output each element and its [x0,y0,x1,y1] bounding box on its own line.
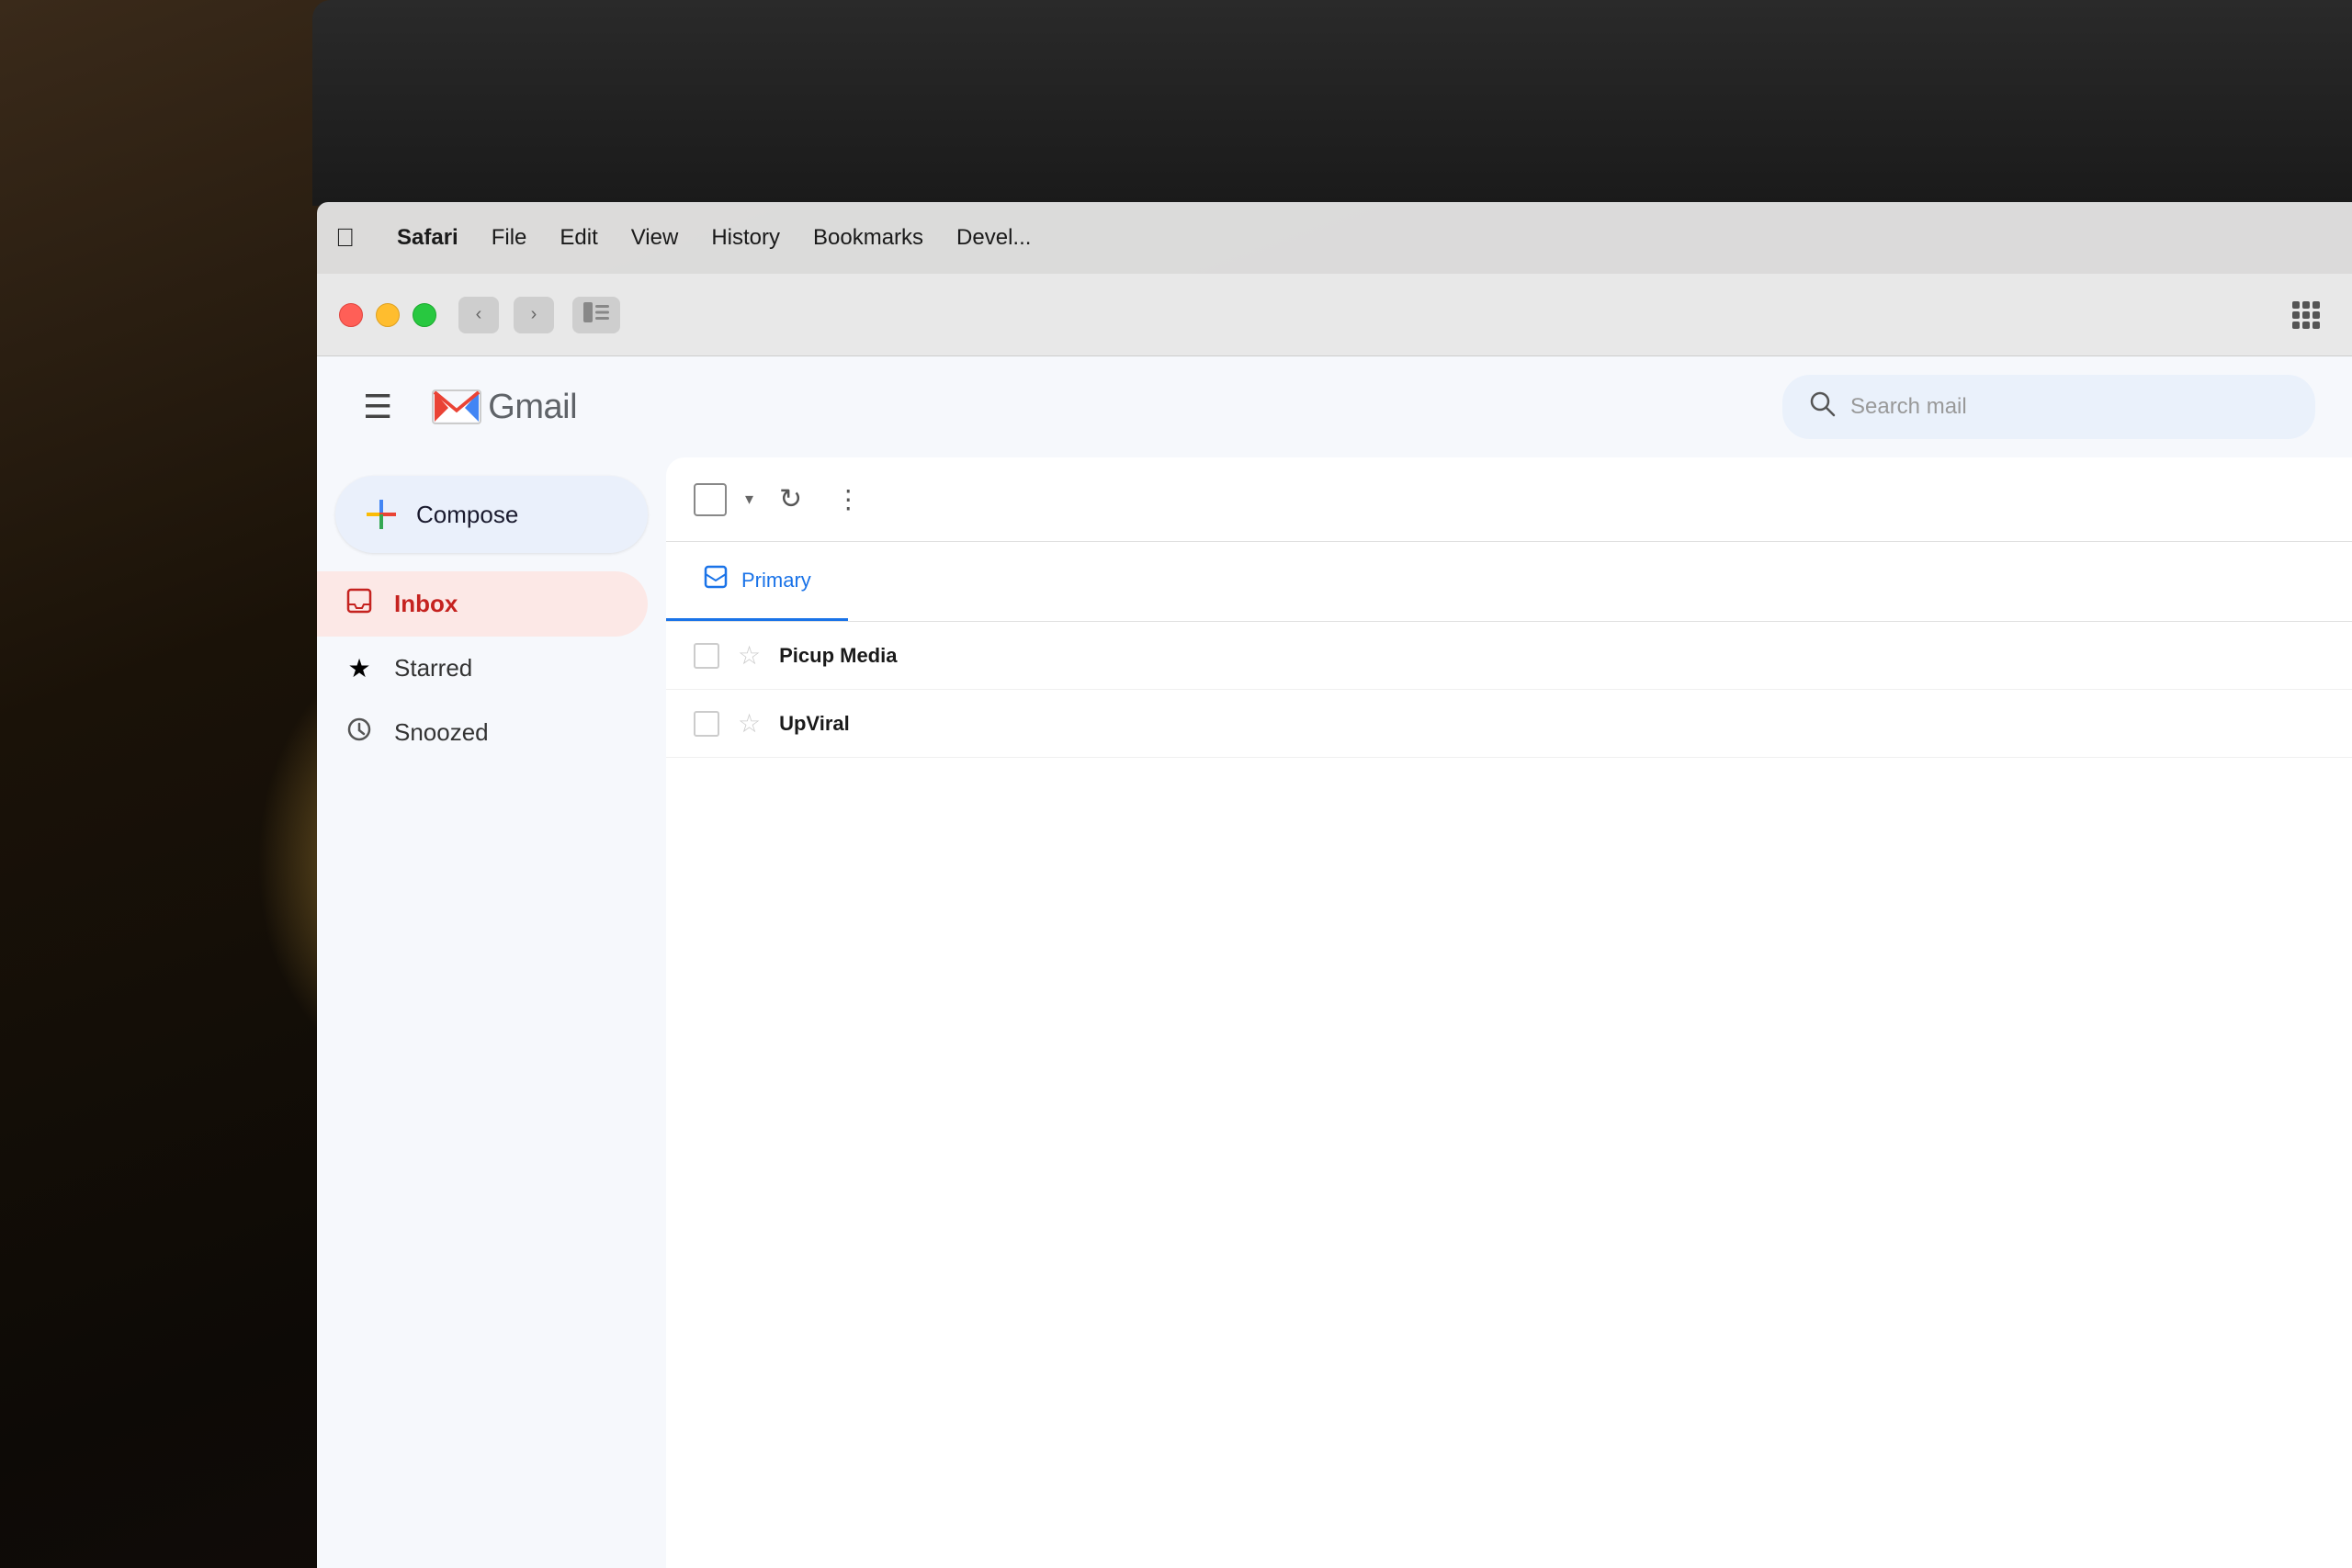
refresh-button[interactable]: ↻ [772,476,809,523]
gmail-logo-area: Gmail [429,379,577,434]
search-icon [1808,389,1836,424]
email-sender: Picup Media [779,644,1036,668]
snoozed-icon [343,716,376,749]
compose-plus-icon [365,498,398,531]
email-star-button[interactable]: ☆ [738,640,761,671]
close-button[interactable] [339,303,363,327]
sidebar-item-starred[interactable]: ★ Starred [317,637,648,700]
sidebar-item-inbox[interactable]: Inbox [317,571,648,637]
menu-safari[interactable]: Safari [380,220,475,256]
compose-button[interactable]: Compose [335,476,648,553]
gmail-body: Compose Inbox ★ Starred [317,457,2352,1568]
more-options-button[interactable]: ⋮ [828,477,868,522]
gmail-sidebar: Compose Inbox ★ Starred [317,457,666,1568]
select-all-checkbox[interactable] [694,483,727,516]
tab-primary[interactable]: Primary [666,542,848,621]
grid-icon [2292,301,2320,329]
back-button[interactable]: ‹ [458,297,499,333]
starred-label: Starred [394,654,472,682]
email-tabs: Primary [666,542,2352,622]
sidebar-toggle-button[interactable] [572,297,620,333]
snoozed-label: Snoozed [394,718,489,747]
forward-icon: › [531,304,537,325]
back-icon: ‹ [476,304,482,325]
email-row[interactable]: ☆ UpViral [666,690,2352,758]
primary-tab-icon [703,564,729,596]
email-checkbox[interactable] [694,643,719,669]
extensions-button[interactable] [2282,297,2330,333]
email-row[interactable]: ☆ Picup Media [666,622,2352,690]
minimize-button[interactable] [376,303,400,327]
macos-menubar:  Safari File Edit View History Bookmark… [317,202,2352,274]
menu-devel[interactable]: Devel... [940,220,1047,256]
email-list: ☆ Picup Media ☆ UpViral [666,622,2352,1568]
menu-view[interactable]: View [615,220,695,256]
gmail-main-panel: ▾ ↻ ⋮ Primary [666,457,2352,1568]
laptop-bezel-top [312,0,2352,206]
primary-tab-label: Primary [741,569,811,592]
gmail-header: ☰ Gmail [317,356,2352,457]
sidebar-item-snoozed[interactable]: Snoozed [317,700,648,765]
select-dropdown-arrow[interactable]: ▾ [745,490,753,509]
email-sender: UpViral [779,712,1036,736]
compose-label: Compose [416,501,518,529]
maximize-button[interactable] [413,303,436,327]
browser-toolbar: ‹ › [317,274,2352,356]
search-bar[interactable]: Search mail [1782,375,2315,439]
menu-history[interactable]: History [695,220,797,256]
email-checkbox[interactable] [694,711,719,737]
inbox-icon [343,588,376,620]
gmail-content: ☰ Gmail [317,356,2352,1568]
email-star-button[interactable]: ☆ [738,708,761,739]
menu-file[interactable]: File [475,220,544,256]
search-placeholder-text: Search mail [1850,394,1967,420]
apple-menu-icon[interactable]:  [335,223,355,253]
inbox-label: Inbox [394,590,458,618]
gmail-logo-text: Gmail [488,388,577,427]
starred-icon: ★ [343,653,376,683]
gmail-m-icon [429,379,484,434]
hamburger-menu-button[interactable]: ☰ [354,378,401,435]
menu-bookmarks[interactable]: Bookmarks [797,220,940,256]
forward-button[interactable]: › [514,297,554,333]
traffic-lights [339,303,436,327]
menu-edit[interactable]: Edit [543,220,614,256]
email-toolbar: ▾ ↻ ⋮ [666,457,2352,542]
sidebar-icon [583,302,609,328]
